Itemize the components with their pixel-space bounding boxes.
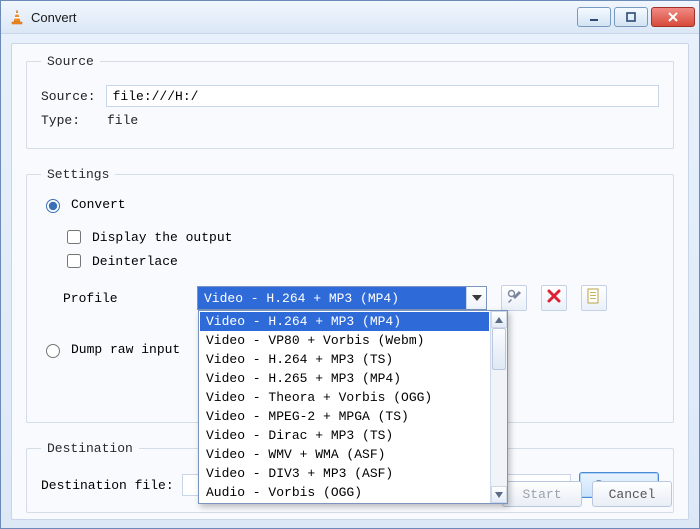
- deinterlace-label: Deinterlace: [92, 254, 178, 269]
- type-label: Type:: [41, 113, 97, 128]
- x-icon: [547, 289, 561, 307]
- deinterlace-input[interactable]: [67, 254, 81, 268]
- cancel-button-label: Cancel: [609, 487, 656, 502]
- profile-option[interactable]: Audio - Vorbis (OGG): [200, 483, 489, 502]
- settings-legend: Settings: [41, 167, 115, 182]
- window-title: Convert: [31, 10, 577, 25]
- edit-profile-button[interactable]: [501, 285, 527, 311]
- convert-radio-label: Convert: [71, 197, 126, 212]
- profile-option[interactable]: Video - Theora + Vorbis (OGG): [200, 388, 489, 407]
- close-button[interactable]: [651, 7, 695, 27]
- profile-option[interactable]: Video - DIV3 + MP3 (ASF): [200, 464, 489, 483]
- destination-legend: Destination: [41, 441, 139, 456]
- display-output-input[interactable]: [67, 230, 81, 244]
- titlebar: Convert: [1, 1, 699, 34]
- dump-radio-input[interactable]: [46, 344, 60, 358]
- source-legend: Source: [41, 54, 100, 69]
- deinterlace-checkbox[interactable]: Deinterlace: [63, 251, 659, 271]
- display-output-checkbox[interactable]: Display the output: [63, 227, 659, 247]
- convert-radio-input[interactable]: [46, 199, 60, 213]
- source-label: Source:: [41, 89, 96, 104]
- scroll-thumb[interactable]: [492, 328, 506, 370]
- source-input[interactable]: [106, 85, 659, 107]
- dialog-body: Source Source: Type: file Settings Conve…: [11, 43, 689, 520]
- source-group: Source Source: Type: file: [26, 54, 674, 149]
- scroll-up-button[interactable]: [491, 311, 507, 328]
- display-output-label: Display the output: [92, 230, 232, 245]
- profile-option[interactable]: Video - WMV + WMA (ASF): [200, 445, 489, 464]
- vlc-cone-icon: [9, 9, 25, 25]
- convert-radio[interactable]: Convert: [41, 196, 659, 213]
- new-profile-button[interactable]: [581, 285, 607, 311]
- dump-radio-label: Dump raw input: [71, 342, 180, 357]
- dropdown-scrollbar[interactable]: [490, 311, 507, 503]
- type-value: file: [107, 113, 138, 128]
- profile-option[interactable]: Video - H.264 + MP3 (TS): [200, 350, 489, 369]
- start-button[interactable]: Start: [502, 481, 582, 507]
- profile-option[interactable]: Video - Dirac + MP3 (TS): [200, 426, 489, 445]
- settings-group: Settings Convert Display the output Dein…: [26, 167, 674, 423]
- chevron-down-icon[interactable]: [466, 287, 486, 309]
- profile-label: Profile: [63, 291, 183, 306]
- maximize-button[interactable]: [614, 7, 648, 27]
- scroll-down-button[interactable]: [491, 486, 507, 503]
- minimize-button[interactable]: [577, 7, 611, 27]
- wrench-icon: [506, 288, 522, 308]
- start-button-label: Start: [522, 487, 561, 502]
- convert-window: Convert Source Source: Type: file: [0, 0, 700, 529]
- profile-selected-value: Video - H.264 + MP3 (MP4): [198, 287, 466, 309]
- profile-dropdown[interactable]: Video - H.264 + MP3 (MP4)Video - VP80 + …: [198, 310, 508, 504]
- delete-profile-button[interactable]: [541, 285, 567, 311]
- cancel-button[interactable]: Cancel: [592, 481, 672, 507]
- profile-option[interactable]: Video - H.264 + MP3 (MP4): [200, 312, 489, 331]
- profile-combobox[interactable]: Video - H.264 + MP3 (MP4) Video - H.264 …: [197, 286, 487, 310]
- destination-file-label: Destination file:: [41, 478, 174, 493]
- new-doc-icon: [587, 288, 601, 308]
- scroll-track[interactable]: [491, 328, 507, 486]
- profile-option[interactable]: Video - H.265 + MP3 (MP4): [200, 369, 489, 388]
- profile-option[interactable]: Video - MPEG-2 + MPGA (TS): [200, 407, 489, 426]
- profile-option[interactable]: Video - VP80 + Vorbis (Webm): [200, 331, 489, 350]
